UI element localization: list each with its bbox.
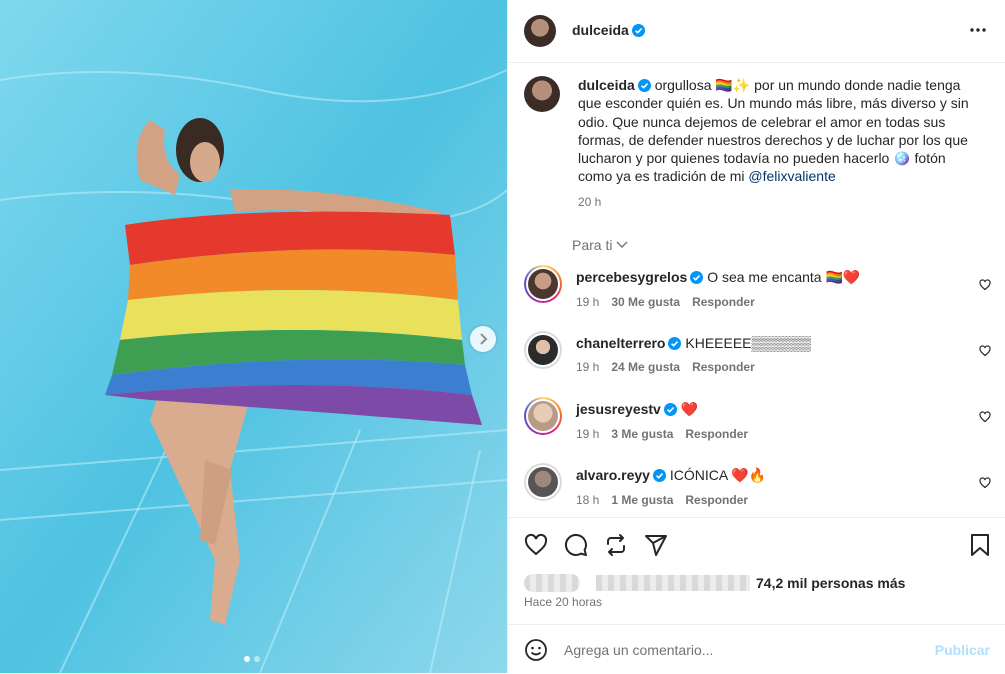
avatar [528, 269, 558, 300]
verified-badge-icon [637, 79, 651, 92]
comment-username[interactable]: alvaro.reyy [576, 467, 650, 483]
comment-text: KHEEEEE▒▒▒▒▒▒ [685, 335, 812, 352]
avatar [528, 401, 558, 432]
comment-time: 18 h [576, 493, 600, 508]
liker-names [596, 575, 750, 591]
like-heart-icon[interactable] [524, 533, 548, 557]
verified-badge-icon [631, 24, 645, 37]
comment-username[interactable]: jesusreyestv [576, 401, 661, 417]
comment-username[interactable]: chanelterrero [576, 335, 665, 351]
comment-time: 19 h [576, 427, 600, 442]
like-comment-heart-icon[interactable] [979, 477, 991, 489]
chevron-right-icon [480, 333, 488, 345]
caption-text: dulceida orgullosa 🏳️‍🌈✨ por un mundo do… [578, 76, 978, 211]
post-image[interactable] [0, 0, 507, 673]
filter-label: Para ti [572, 237, 613, 254]
post-side-panel: dulceida dulceida orgullosa 🏳️‍🌈✨ por un… [507, 0, 1005, 673]
publish-button[interactable]: Publicar [935, 642, 990, 658]
comment-item: chanelterrero KHEEEEE▒▒▒▒▒▒ 19 h 24 Me gu… [508, 331, 1005, 397]
likes-count-text[interactable]: 74,2 mil personas más [756, 575, 905, 591]
avatar-story-ring[interactable] [524, 265, 562, 304]
like-comment-heart-icon[interactable] [979, 411, 991, 423]
post-age: Hace 20 horas [524, 595, 603, 609]
more-options-icon[interactable] [969, 21, 987, 39]
comment-likes[interactable]: 30 Me gusta [611, 295, 680, 309]
like-comment-heart-icon[interactable] [979, 279, 991, 291]
reply-button[interactable]: Responder [685, 427, 748, 441]
avatar-ring[interactable] [524, 463, 562, 502]
caption-username[interactable]: dulceida [578, 77, 635, 93]
comment-filter-dropdown[interactable]: Para ti [572, 237, 1005, 253]
pool-flag-photo [0, 0, 507, 673]
avatar [528, 467, 558, 498]
comment-item: jesusreyestv ❤️ 19 h 3 Me gusta Responder [508, 397, 1005, 463]
liker-avatars [524, 574, 580, 592]
post-caption: dulceida orgullosa 🏳️‍🌈✨ por un mundo do… [508, 62, 1005, 211]
comment-likes[interactable]: 3 Me gusta [611, 427, 673, 441]
comment-item: alvaro.reyy ICÓNICA ❤️🔥 18 h 1 Me gusta Re… [508, 463, 1005, 517]
avatar-story-ring[interactable] [524, 397, 562, 436]
carousel-dot [254, 656, 260, 662]
comment-bubble-icon[interactable] [564, 533, 588, 557]
reply-button[interactable]: Responder [685, 493, 748, 507]
verified-badge-icon [668, 337, 682, 351]
post-header: dulceida [508, 0, 1005, 63]
add-comment-bar: Publicar [508, 624, 1005, 674]
carousel-dots [244, 656, 260, 662]
save-bookmark-icon[interactable] [969, 533, 991, 557]
reply-button[interactable]: Responder [692, 295, 755, 309]
verified-badge-icon [652, 469, 666, 483]
author-avatar[interactable] [524, 76, 560, 112]
post-actions-bar [508, 517, 1005, 573]
verified-badge-icon [690, 271, 704, 285]
avatar-ring[interactable] [524, 331, 562, 370]
comment-username[interactable]: percebesygrelos [576, 269, 687, 285]
like-comment-heart-icon[interactable] [979, 345, 991, 357]
caption-mention[interactable]: @felixvaliente [748, 168, 835, 184]
verified-badge-icon [663, 403, 677, 417]
comment-time: 19 h [576, 295, 600, 310]
next-image-button[interactable] [470, 326, 496, 352]
share-send-icon[interactable] [644, 533, 668, 557]
reply-button[interactable]: Responder [692, 360, 755, 374]
caption-time: 20 h [578, 194, 602, 209]
comment-likes[interactable]: 1 Me gusta [611, 493, 673, 507]
comment-likes[interactable]: 24 Me gusta [611, 360, 680, 374]
author-avatar[interactable] [524, 15, 556, 47]
avatar [528, 335, 558, 366]
comment-time: 19 h [576, 360, 600, 375]
comment-text: ICÓNICA ❤️🔥 [669, 467, 767, 484]
carousel-dot [244, 656, 250, 662]
comment-input[interactable] [562, 640, 926, 659]
emoji-icon[interactable] [524, 638, 548, 662]
repost-icon[interactable] [604, 533, 628, 557]
comment-item: percebesygrelos O sea me encanta 🏳️‍🌈❤️ … [508, 265, 1005, 331]
author-username[interactable]: dulceida [572, 22, 629, 38]
comment-text: ❤️ [680, 401, 699, 418]
comment-text: O sea me encanta 🏳️‍🌈❤️ [707, 269, 861, 286]
comments-section[interactable]: dulceida orgullosa 🏳️‍🌈✨ por un mundo do… [508, 62, 1005, 517]
chevron-down-icon [616, 241, 628, 249]
